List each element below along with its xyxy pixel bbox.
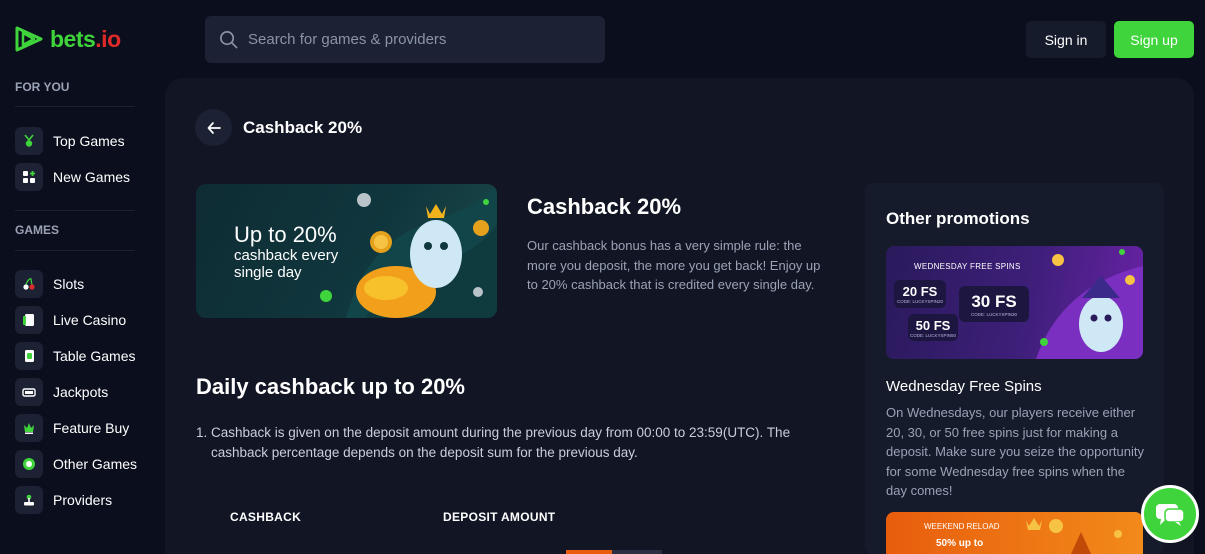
promo-description: Our cashback bonus has a very simple rul… — [527, 238, 821, 292]
logo-text-b: .io — [95, 25, 121, 52]
sidebar-item-label: Jackpots — [53, 384, 109, 400]
chip-code: CODE: LUCKYSPIN20 — [896, 299, 943, 304]
sidebar: FOR YOU Top Games New Games GAMES Slots … — [0, 70, 150, 518]
back-button[interactable] — [195, 109, 232, 146]
banner-headline: Up to 20% — [234, 222, 337, 247]
sidebar-item-jackpots[interactable]: Jackpots — [0, 374, 150, 410]
cherries-icon — [15, 270, 43, 298]
joystick-icon — [15, 486, 43, 514]
promotion-card-description: On Wednesdays, our players receive eithe… — [886, 405, 1144, 498]
chip-amount: 50 FS — [915, 317, 951, 333]
sidebar-item-label: Live Casino — [53, 312, 127, 328]
sidebar-item-label: Other Games — [53, 456, 138, 472]
card1-banner-head: WEDNESDAY FREE SPINS — [914, 262, 1021, 271]
table-header-cashback: CASHBACK — [230, 510, 302, 524]
sidebar-item-label: New Games — [53, 169, 131, 185]
trophy-icon — [15, 127, 43, 155]
sign-up-button[interactable]: Sign up — [1114, 21, 1194, 58]
arrow-left-icon — [207, 121, 221, 134]
other-promotions-panel: Other promotions WEDNESDAY FREE SPINS 20… — [865, 183, 1164, 554]
sidebar-item-slots[interactable]: Slots — [0, 266, 150, 302]
rule-text: Cashback is given on the deposit amount … — [211, 425, 791, 460]
sidebar-item-label: Table Games — [53, 348, 136, 364]
sidebar-item-label: Feature Buy — [53, 420, 130, 436]
sign-in-button[interactable]: Sign in — [1026, 21, 1106, 58]
wednesday-free-spins-banner[interactable]: WEDNESDAY FREE SPINS 20 FS CODE: LUCKYSP… — [886, 246, 1143, 359]
tab-indicator-active — [566, 550, 612, 554]
section-title: Daily cashback up to 20% — [196, 374, 465, 399]
tab-indicator — [612, 550, 662, 554]
sidebar-item-feature-buy[interactable]: Feature Buy — [0, 410, 150, 446]
sidebar-section-for-you: FOR YOU — [15, 80, 70, 94]
logo-text: bets.io — [50, 26, 121, 53]
search-icon — [220, 31, 238, 49]
free-spins-chip: 20 FS CODE: LUCKYSPIN20 — [894, 280, 946, 308]
rule-list-item: 1. Cashback is given on the deposit amou… — [196, 423, 796, 462]
sidebar-item-new-games[interactable]: New Games — [0, 159, 150, 195]
sidebar-section-games: GAMES — [15, 223, 60, 237]
chip-code: CODE: LUCKYSPIN50 — [909, 332, 956, 338]
chat-icon — [1156, 504, 1185, 526]
sidebar-divider — [15, 106, 135, 107]
sidebar-item-label: Slots — [53, 276, 85, 292]
other-promotions-title: Other promotions — [886, 209, 1030, 228]
logo-text-a: bets — [50, 25, 96, 52]
rule-number: 1. — [196, 425, 208, 440]
logo-mark-icon — [15, 26, 43, 52]
card2-banner-head: WEEKEND RELOAD — [924, 522, 1000, 531]
jackpot-icon — [15, 378, 43, 406]
page-title: Cashback 20% — [243, 118, 363, 137]
sidebar-divider — [15, 210, 135, 211]
sidebar-item-table-games[interactable]: Table Games — [0, 338, 150, 374]
weekend-reload-banner[interactable]: WEEKEND RELOAD 50% up to — [886, 512, 1143, 554]
sidebar-item-label: Top Games — [53, 133, 125, 149]
table-card-icon — [15, 342, 43, 370]
chip-amount: 30 FS — [971, 291, 1017, 311]
table-header-deposit-amount: DEPOSIT AMOUNT — [443, 510, 556, 524]
search-bar[interactable] — [205, 16, 605, 63]
card2-banner-sub: 50% up to — [936, 538, 984, 549]
sidebar-item-live-casino[interactable]: Live Casino — [0, 302, 150, 338]
promo-title: Cashback 20% — [527, 194, 682, 219]
sidebar-item-other-games[interactable]: Other Games — [0, 446, 150, 482]
search-input[interactable] — [248, 31, 588, 48]
sidebar-divider — [15, 250, 135, 251]
chip-code: CODE: LUCKYSPIN30 — [970, 311, 1017, 317]
banner-subline: cashback every single day — [234, 247, 339, 281]
card2-art — [1026, 518, 1122, 554]
brand-logo[interactable]: bets.io — [14, 24, 121, 54]
live-card-icon — [15, 306, 43, 334]
promo-banner-image: Up to 20% cashback every single day — [196, 184, 497, 318]
free-spins-chip: 50 FS CODE: LUCKYSPIN50 — [908, 314, 958, 341]
sidebar-item-label: Providers — [53, 492, 113, 508]
feature-buy-icon — [15, 414, 43, 442]
new-games-icon — [15, 163, 43, 191]
main-panel: Cashback 20% Up to 20% cashback every si… — [165, 78, 1194, 554]
sidebar-item-top-games[interactable]: Top Games — [0, 123, 150, 159]
live-chat-button[interactable] — [1141, 485, 1199, 543]
free-spins-chip: 30 FS CODE: LUCKYSPIN30 — [959, 286, 1029, 322]
promotion-card-title[interactable]: Wednesday Free Spins — [886, 378, 1042, 395]
sidebar-item-providers[interactable]: Providers — [0, 482, 150, 518]
chip-icon — [15, 450, 43, 478]
chip-amount: 20 FS — [902, 284, 938, 299]
